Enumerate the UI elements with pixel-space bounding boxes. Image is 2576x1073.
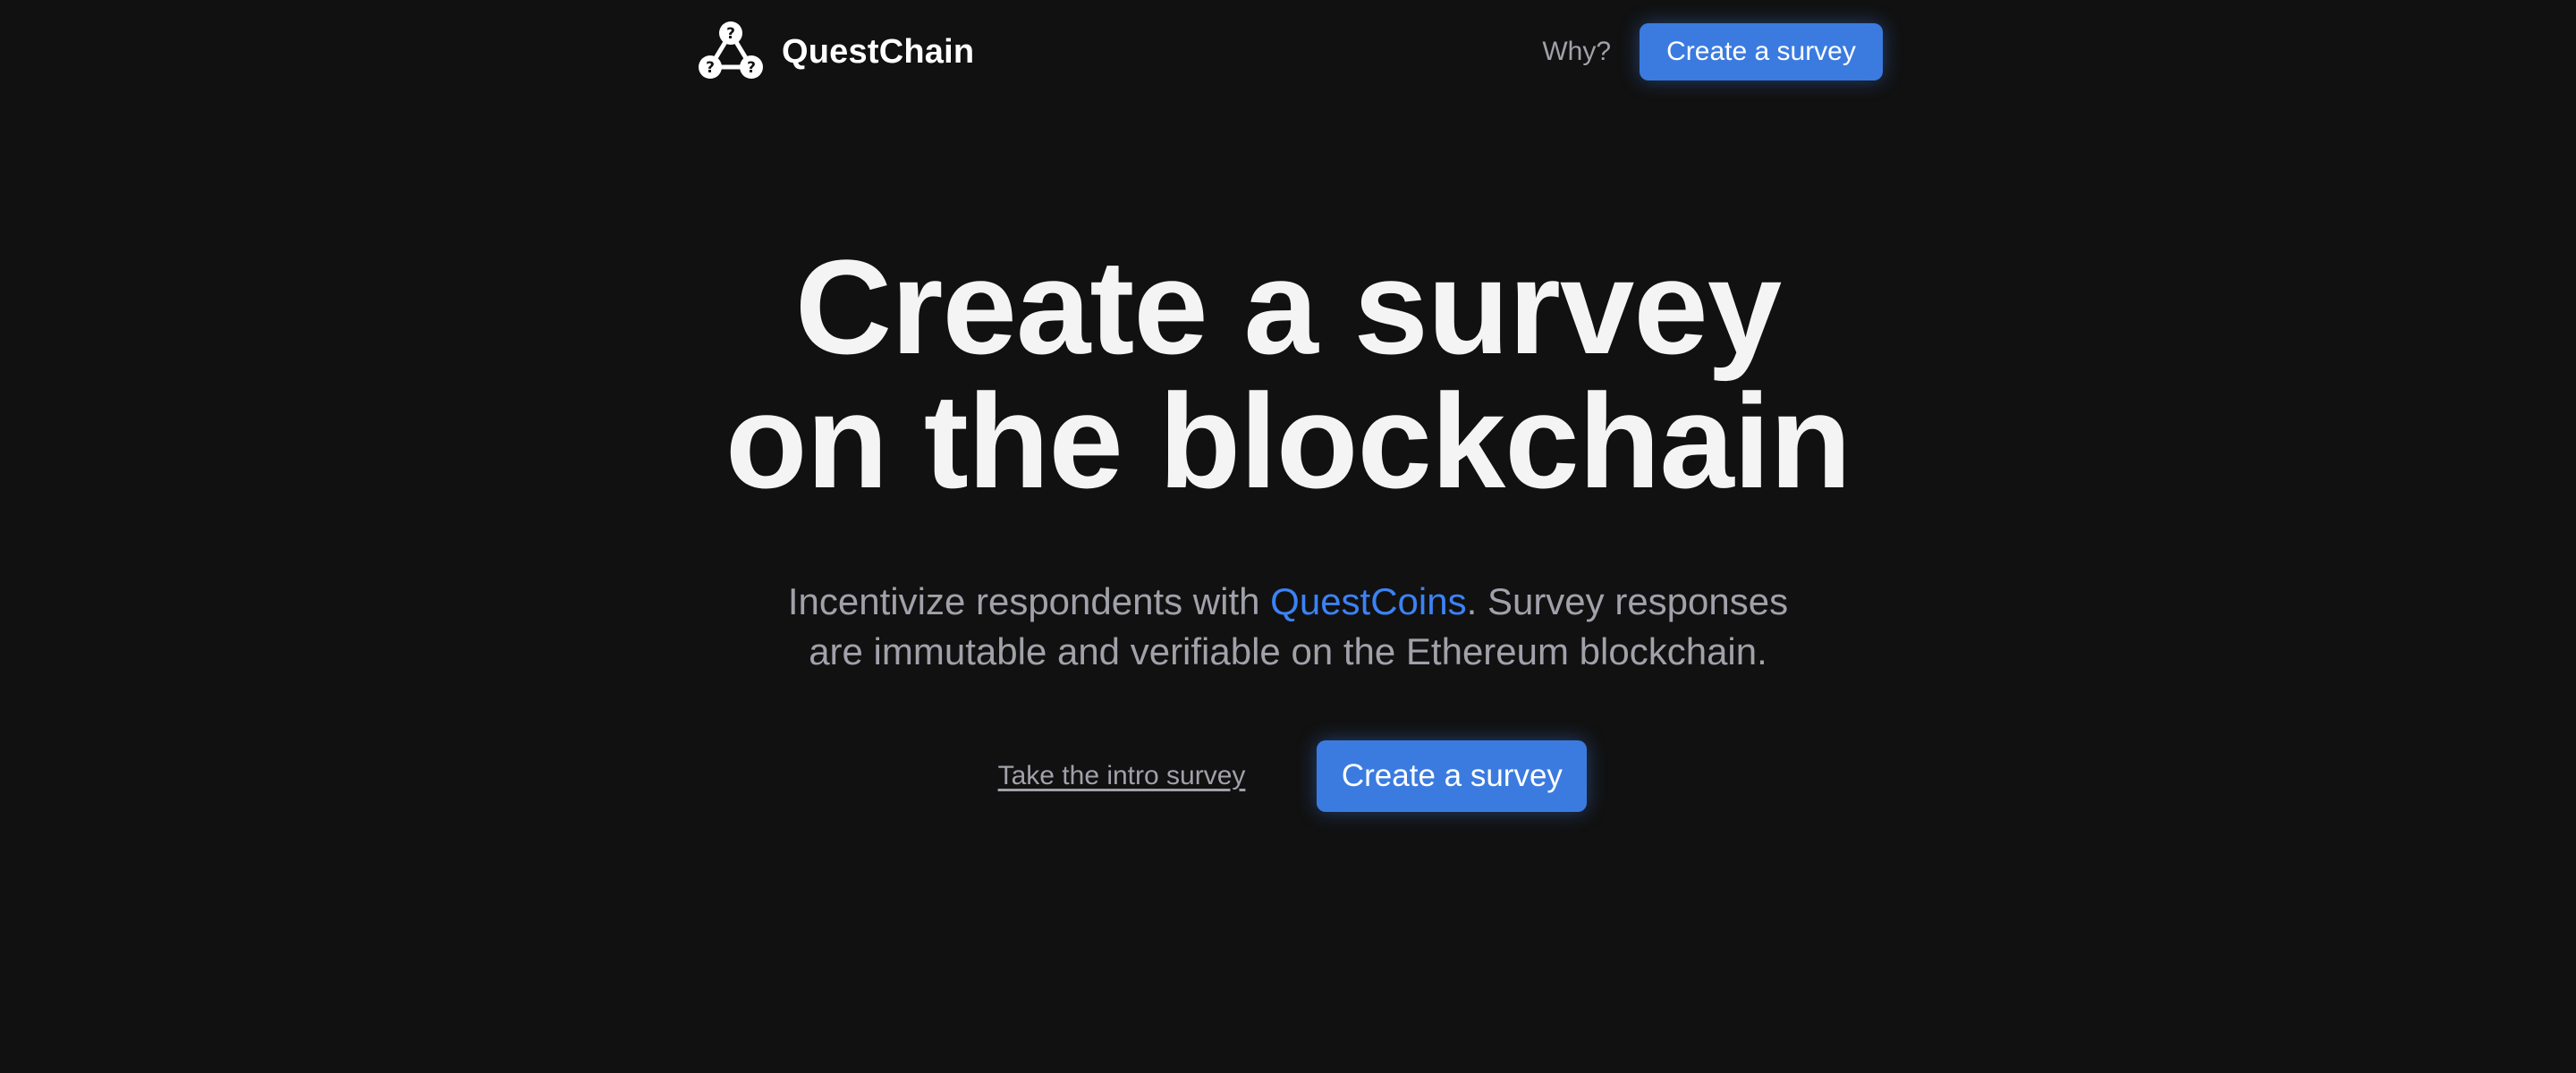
hero-title-line-1: Create a survey (794, 232, 1782, 382)
hero-title-line-2: on the blockchain (724, 366, 1852, 516)
nav-why-link[interactable]: Why? (1542, 37, 1611, 67)
brand-home-link[interactable]: ? ? ? QuestChain (698, 21, 974, 83)
header-create-survey-button[interactable]: Create a survey (1640, 23, 1883, 80)
svg-text:?: ? (726, 25, 735, 43)
hero-subtitle-line-2: are immutable and verifiable on the Ethe… (809, 630, 1767, 672)
subtitle-text-pre: Incentivize respondents with (787, 580, 1271, 622)
hero-section: Create a survey on the blockchain (0, 240, 2576, 508)
hero-subtitle-line-1: Incentivize respondents with QuestCoins.… (0, 577, 2576, 627)
svg-text:?: ? (706, 59, 715, 77)
top-navbar: ? ? ? QuestChain Why? Create a survey (698, 0, 1883, 104)
questcoins-highlight: QuestCoins (1270, 580, 1467, 622)
take-intro-survey-link[interactable]: Take the intro survey (998, 761, 1246, 791)
svg-text:?: ? (747, 59, 756, 77)
hero-title: Create a survey on the blockchain (0, 240, 2576, 508)
hero-create-survey-button[interactable]: Create a survey (1317, 740, 1588, 812)
subtitle-text-post: . Survey responses (1466, 580, 1789, 622)
brand-name: QuestChain (782, 32, 975, 71)
hero-subtitle: Incentivize respondents with QuestCoins.… (0, 577, 2576, 677)
landing-page: ? ? ? QuestChain Why? Create a survey Cr… (0, 0, 2576, 1073)
hero-cta-row: Take the intro survey Create a survey (0, 740, 2576, 812)
questchain-logo-icon: ? ? ? (699, 21, 763, 79)
header-nav: Why? Create a survey (1542, 23, 1883, 80)
